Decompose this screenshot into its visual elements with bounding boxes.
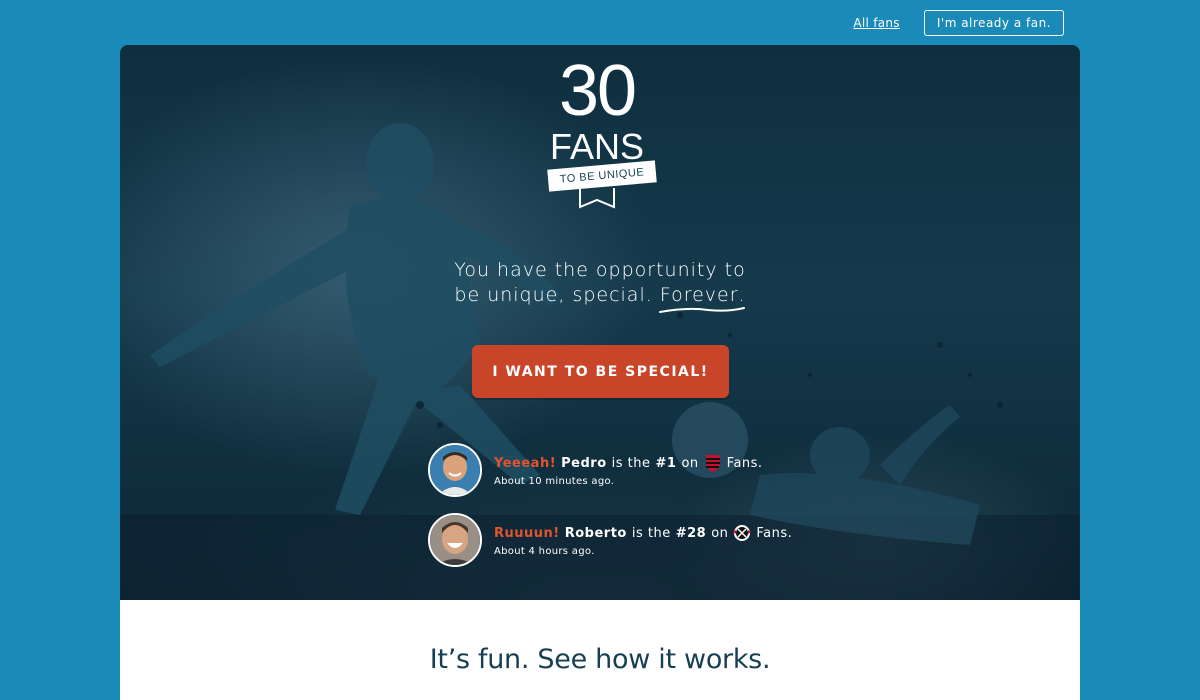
all-fans-link[interactable]: All fans xyxy=(853,16,900,30)
squiggle-underline-icon xyxy=(658,307,745,313)
hero-headline: You have the opportunity to be unique, s… xyxy=(120,258,1080,313)
feed-item: Ruuuun! Roberto is the #28 on Fans. Abou… xyxy=(428,511,848,569)
feed-timestamp: About 4 hours ago. xyxy=(494,546,595,557)
feed-fans: Fans. xyxy=(726,455,763,471)
fan-name-link[interactable]: Pedro xyxy=(561,456,607,471)
feed-text: Ruuuun! Roberto is the #28 on Fans. Abou… xyxy=(494,523,792,557)
want-to-be-special-button[interactable]: I WANT TO BE SPECIAL! xyxy=(472,345,729,398)
feed-fans: Fans. xyxy=(756,525,793,541)
headline-line-2: be unique, special. Forever. xyxy=(120,283,1080,313)
feed-item: Yeeeah! Pedro is the #1 on Fans. About 1… xyxy=(428,441,848,499)
logo-word: FANS xyxy=(549,126,645,167)
feed-line: Ruuuun! Roberto is the #28 on Fans. xyxy=(494,523,792,543)
pedro-avatar-icon xyxy=(430,445,480,495)
site-logo[interactable]: 30 FANS TO BE UNIQUE xyxy=(540,45,660,213)
hero-banner: 30 FANS TO BE UNIQUE You have the opport… xyxy=(120,45,1080,600)
logo-tagline: TO BE UNIQUE xyxy=(559,166,645,186)
feed-text: Yeeeah! Pedro is the #1 on Fans. About 1… xyxy=(494,453,763,487)
feed-exclaim: Ruuuun! xyxy=(494,525,560,541)
feed-line: Yeeeah! Pedro is the #1 on Fans. xyxy=(494,453,763,473)
avatar[interactable] xyxy=(428,443,482,497)
headline-end: . xyxy=(738,284,746,306)
corinthians-crest-icon[interactable] xyxy=(732,523,752,543)
feed-exclaim: Yeeeah! xyxy=(494,455,557,471)
fan-name-link[interactable]: Roberto xyxy=(565,526,627,541)
how-it-works-section: It’s fun. See how it works. xyxy=(120,600,1080,700)
headline-highlight-text: Forever xyxy=(659,284,739,306)
feed-timestamp: About 10 minutes ago. xyxy=(494,476,615,487)
flamengo-crest-icon[interactable] xyxy=(703,453,723,473)
feed-rank: #28 xyxy=(675,525,707,541)
feed-is-the: is the xyxy=(631,525,671,541)
feed-rank: #1 xyxy=(655,455,677,471)
roberto-avatar-icon xyxy=(430,515,480,565)
logo-number: 30 xyxy=(558,51,637,131)
already-fan-button[interactable]: I'm already a fan. xyxy=(923,10,1064,36)
feed-is-the: is the xyxy=(611,455,651,471)
headline-line-1: You have the opportunity to xyxy=(454,259,746,281)
headline-highlight: Forever xyxy=(658,283,745,313)
fan-feed: Yeeeah! Pedro is the #1 on Fans. About 1… xyxy=(428,441,848,581)
feed-on: on xyxy=(711,525,729,541)
headline-line-2-start: be unique, special. xyxy=(454,284,660,306)
section-title: It’s fun. See how it works. xyxy=(429,644,771,675)
avatar[interactable] xyxy=(428,513,482,567)
feed-on: on xyxy=(681,455,699,471)
top-nav: All fans I'm already a fan. xyxy=(853,10,1064,36)
